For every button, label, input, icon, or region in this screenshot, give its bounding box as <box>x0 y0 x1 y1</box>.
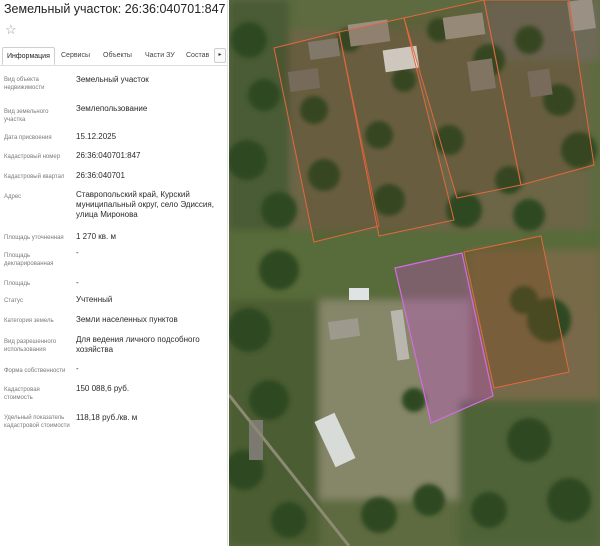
field-label: Статус <box>4 298 23 304</box>
field-label: Площадь уточненная <box>4 235 64 241</box>
field-value: Учтенный <box>76 295 113 304</box>
field-label: Площадь <box>4 281 31 287</box>
field-label: Кадастровая стоимость <box>4 387 40 401</box>
field-value: 1 270 кв. м <box>76 232 116 241</box>
field-value: 118,18 руб./кв. м <box>76 413 138 422</box>
field-value: 150 088,6 руб. <box>76 384 130 393</box>
field-value: - <box>76 364 79 373</box>
field-label: Кадастровый квартал <box>4 174 65 180</box>
tab-bar: Информация Сервисы Объекты Части ЗУ Сост… <box>0 44 227 66</box>
field-value[interactable]: 26:36:040701 <box>76 171 226 181</box>
tab-info[interactable]: Информация <box>2 47 55 65</box>
field-value: Ставропольский край, Курский муниципальн… <box>76 190 214 219</box>
tab-parts[interactable]: Части ЗУ <box>145 47 175 65</box>
field-label: Кадастровый номер <box>4 154 61 160</box>
field-value: Земли населенных пунктов <box>76 315 178 324</box>
field-label: Вид земельного участка <box>4 109 49 123</box>
field-value: Для ведения личного подсобного хозяйства <box>76 335 200 354</box>
field-label: Удельный показатель кадастровой стоимост… <box>4 415 70 429</box>
page-title: Земельный участок: 26:36:040701:847 <box>4 2 226 16</box>
field-label: Адрес <box>4 194 22 200</box>
field-label: Вид разрешенного использования <box>4 339 57 353</box>
field-label: Вид объекта недвижимости <box>4 77 45 91</box>
field-label: Дата присвоения <box>4 135 52 141</box>
field-value[interactable]: 26:36:040701:847 <box>76 151 226 161</box>
field-label: Форма собственности <box>4 368 66 374</box>
tab-services[interactable]: Сервисы <box>61 47 90 65</box>
field-value: 15.12.2025 <box>76 132 117 141</box>
star-outline-icon[interactable]: ☆ <box>5 22 17 38</box>
tab-composition[interactable]: Состав <box>186 47 209 65</box>
tab-objects[interactable]: Объекты <box>103 47 132 65</box>
satellite-map[interactable] <box>229 0 600 546</box>
field-label: Категория земель <box>4 318 54 324</box>
field-value: - <box>76 278 79 287</box>
field-label: Площадь декларированная <box>4 253 54 267</box>
field-value: Земельный участок <box>76 75 149 84</box>
info-panel: Земельный участок: 26:36:040701:847 ☆ Ин… <box>0 0 228 546</box>
chevron-right-icon[interactable]: ▸ <box>214 48 226 63</box>
field-value: - <box>76 248 79 257</box>
field-value: Землепользование <box>76 104 148 113</box>
map-canvas[interactable] <box>229 0 600 546</box>
